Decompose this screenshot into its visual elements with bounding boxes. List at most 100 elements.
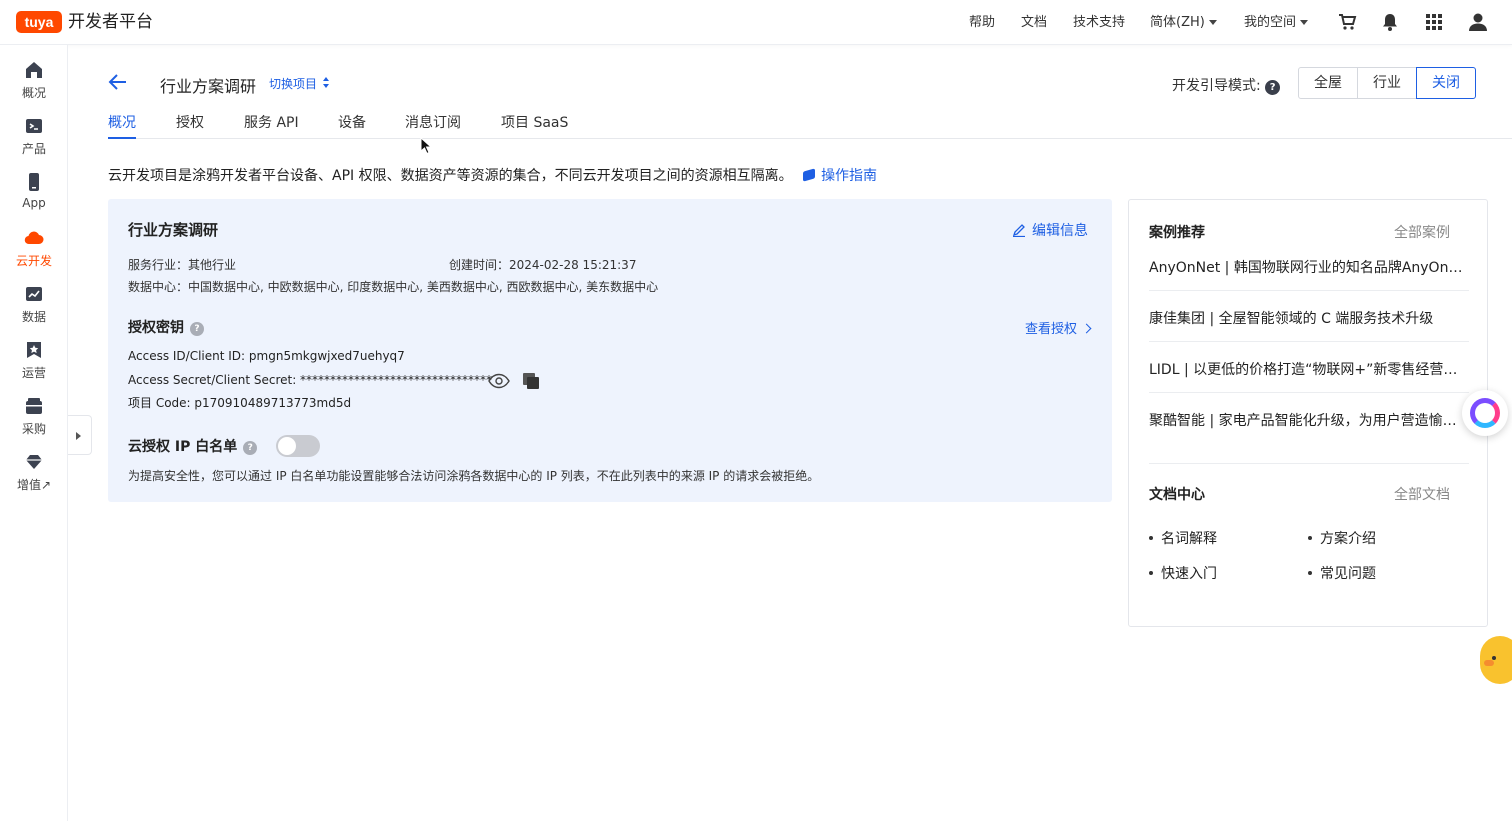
cloud-icon: [24, 231, 44, 245]
tab-message-subscription[interactable]: 消息订阅: [405, 112, 461, 139]
sidebar-item-label: 云开发: [15, 254, 52, 268]
auth-key-title-text: 授权密钥: [128, 320, 184, 336]
divider: [1149, 341, 1469, 342]
guide-mode-text: 开发引导模式:: [1172, 78, 1261, 94]
doc-link[interactable]: 方案介绍: [1308, 528, 1376, 548]
guide-link-label: 操作指南: [821, 168, 878, 184]
tab-bar: 概况 授权 服务 API 设备 消息订阅 项目 SaaS: [108, 110, 1512, 139]
doc-link[interactable]: 常见问题: [1308, 563, 1376, 583]
view-authorization-label: 查看授权: [1024, 322, 1077, 337]
divider: [1149, 392, 1469, 393]
external-link-icon: ↗: [40, 478, 52, 492]
case-item[interactable]: LIDL | 以更低的价格打造“物联网+”新零售经营道路: [1149, 359, 1469, 379]
tab-service-api[interactable]: 服务 API: [244, 112, 299, 139]
sidebar-item-app[interactable]: App: [0, 172, 68, 220]
tab-project-saas[interactable]: 项目 SaaS: [501, 112, 568, 139]
tab-authorization[interactable]: 授权: [176, 112, 204, 139]
sidebar-item-label: 概况: [21, 86, 46, 100]
case-item[interactable]: 康佳集团 | 全屋智能领域的 C 端服务技术升级: [1149, 308, 1469, 328]
switch-project-label: 切换项目: [269, 77, 318, 91]
sidebar-item-cloud-dev[interactable]: 云开发: [0, 228, 68, 276]
sidebar-item-label: 数据: [21, 310, 46, 324]
tab-overview[interactable]: 概况: [108, 112, 136, 139]
caret-down-icon: [1300, 20, 1309, 25]
eye-icon[interactable]: [488, 373, 510, 389]
sidebar-item-value-added[interactable]: 增值↗: [0, 452, 68, 500]
all-docs-link[interactable]: 全部文档: [1394, 484, 1450, 504]
ip-whitelist-toggle[interactable]: [276, 435, 320, 457]
home-icon: [26, 62, 42, 78]
case-item[interactable]: 聚酷智能 | 家电产品智能化升级，为用户营造愉悦...: [1149, 410, 1469, 430]
service-industry: 服务行业：其他行业: [128, 258, 237, 272]
top-bar: tuya 开发者平台 帮助 文档 技术支持 简体(ZH) 我的空间: [0, 0, 1512, 45]
sidebar-item-label: App: [22, 196, 46, 210]
sidebar-expand-button[interactable]: [68, 415, 92, 455]
all-cases-link[interactable]: 全部案例: [1394, 222, 1450, 242]
divider: [1149, 463, 1469, 464]
tab-devices[interactable]: 设备: [338, 112, 366, 139]
back-arrow-icon[interactable]: [108, 72, 128, 92]
edit-icon: [1012, 224, 1025, 238]
language-select[interactable]: 简体(ZH): [1150, 0, 1217, 45]
guide-mode-whole-house[interactable]: 全屋: [1298, 67, 1358, 99]
page-title: 行业方案调研: [160, 77, 257, 96]
sidebar-item-data[interactable]: 数据: [0, 284, 68, 332]
help-icon[interactable]: ?: [243, 441, 258, 455]
cart-icon[interactable]: [1337, 12, 1357, 32]
sidebar-item-label: 运营: [21, 366, 46, 380]
chart-icon: [26, 287, 42, 301]
chevron-right-icon: [1081, 323, 1092, 334]
intro-text: 云开发项目是涂鸦开发者平台设备、API 权限、数据资产等资源的集合，不同云开发项…: [108, 165, 877, 185]
edit-info-button[interactable]: 编辑信息: [1012, 220, 1088, 240]
assistant-float-button[interactable]: [1462, 390, 1508, 436]
sidebar-item-product[interactable]: 产品: [0, 116, 68, 164]
user-icon[interactable]: [1468, 12, 1488, 32]
doc-link[interactable]: 快速入门: [1149, 563, 1217, 583]
toggle-knob: [278, 437, 296, 455]
book-icon: [803, 168, 816, 182]
nav-docs[interactable]: 文档: [1021, 0, 1047, 45]
ip-whitelist-note: 为提高安全性，您可以通过 IP 白名单功能设置能够合法访问涂鸦各数据中心的 IP…: [128, 469, 820, 483]
sidebar: 概况 产品 App 云开发 数据 运营 采购 增值↗: [0, 45, 68, 821]
nav-support[interactable]: 技术支持: [1073, 0, 1125, 45]
guide-link[interactable]: 操作指南: [803, 168, 877, 184]
brand-title[interactable]: 开发者平台: [68, 11, 153, 33]
sidebar-item-overview[interactable]: 概况: [0, 60, 68, 108]
sidebar-item-operation[interactable]: 运营: [0, 340, 68, 388]
apps-grid-icon[interactable]: [1424, 12, 1444, 32]
nav-help[interactable]: 帮助: [969, 0, 995, 45]
help-icon[interactable]: ?: [1265, 80, 1281, 95]
caret-down-icon: [1208, 20, 1217, 25]
sidebar-item-label: 增值↗: [16, 478, 52, 492]
terminal-icon: [26, 119, 42, 133]
mascot-chat-button[interactable]: [1480, 636, 1512, 684]
switch-project-button[interactable]: 切换项目: [269, 75, 331, 92]
mascot-eye: [1492, 656, 1496, 660]
badge-icon: [27, 342, 41, 358]
diamond-icon: [26, 455, 42, 469]
case-item[interactable]: AnyOnNet | 韩国物联网行业的知名品牌AnyOnNe...: [1149, 257, 1469, 277]
auth-key-title: 授权密钥?: [128, 317, 204, 337]
copy-icon[interactable]: [522, 372, 540, 390]
guide-mode-off[interactable]: 关闭: [1416, 67, 1476, 99]
tuya-logo[interactable]: tuya: [16, 11, 62, 33]
phone-icon: [29, 173, 39, 191]
access-id: Access ID/Client ID: pmgn5mkgwjxed7uehyq…: [128, 349, 405, 363]
box-icon: [26, 398, 42, 414]
data-centers: 数据中心：中国数据中心, 中欧数据中心, 印度数据中心, 美西数据中心, 西欧数…: [128, 280, 659, 294]
access-secret: Access Secret/Client Secret: ***********…: [128, 373, 493, 387]
guide-mode-industry[interactable]: 行业: [1357, 67, 1417, 99]
created-time: 创建时间：2024-02-28 15:21:37: [449, 258, 637, 272]
sidebar-item-purchase[interactable]: 采购: [0, 396, 68, 444]
help-icon[interactable]: ?: [190, 322, 204, 336]
ip-whitelist-title-text: 云授权 IP 白名单: [128, 439, 238, 455]
doc-link[interactable]: 名词解释: [1149, 528, 1217, 548]
assistant-logo-icon: [1470, 398, 1500, 428]
bell-icon[interactable]: [1380, 12, 1400, 32]
my-space-menu[interactable]: 我的空间: [1244, 0, 1309, 45]
recommend-panel: 案例推荐 全部案例 AnyOnNet | 韩国物联网行业的知名品牌AnyOnNe…: [1128, 199, 1488, 627]
view-authorization-link[interactable]: 查看授权: [1024, 318, 1092, 337]
my-space-label: 我的空间: [1244, 15, 1297, 30]
sidebar-item-label: 采购: [21, 422, 46, 436]
project-name: 行业方案调研: [128, 221, 219, 239]
